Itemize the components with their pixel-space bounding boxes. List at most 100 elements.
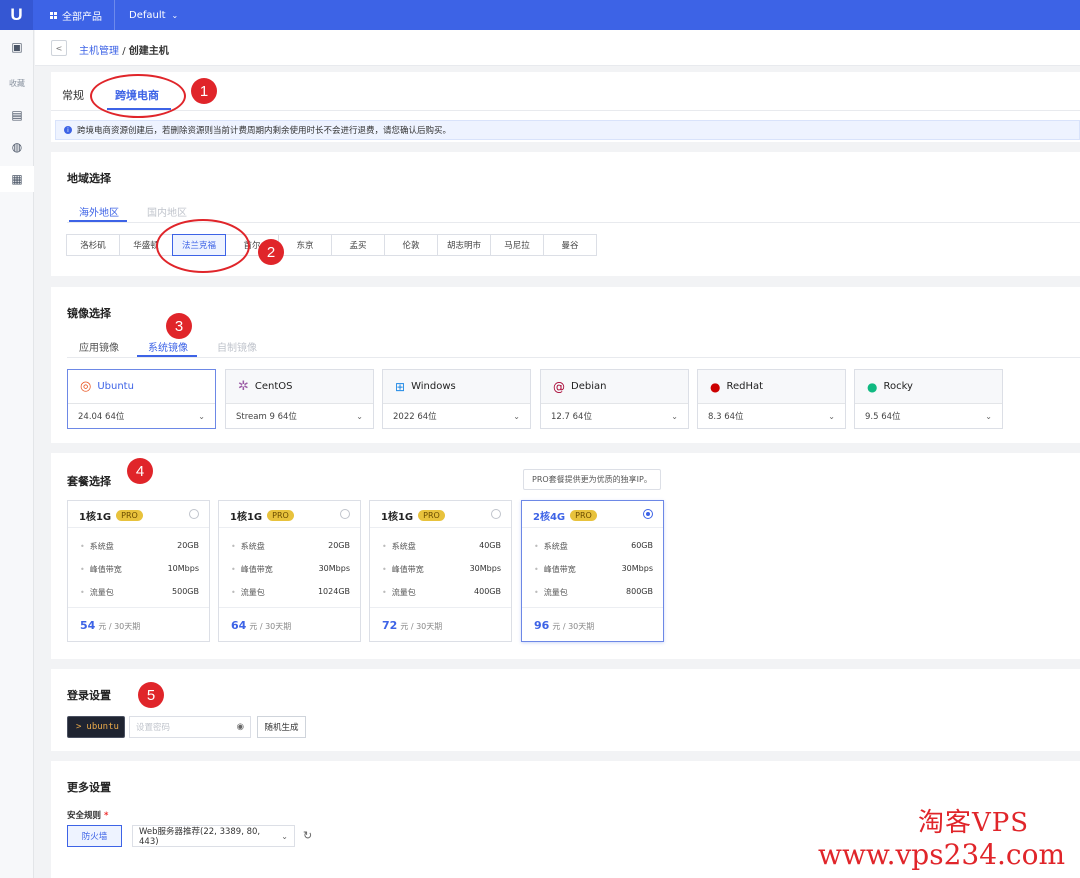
region-option-selected[interactable]: 法兰克福 bbox=[172, 234, 226, 256]
spec-value: 30Mbps bbox=[621, 564, 653, 573]
price-value: 54 bbox=[80, 619, 96, 632]
package-radio[interactable] bbox=[491, 509, 501, 519]
os-name: Windows bbox=[411, 381, 456, 392]
centos-icon: ✲ bbox=[238, 379, 249, 394]
package-name: 1核1G bbox=[230, 512, 263, 523]
tab-custom-image[interactable]: 自制镜像 bbox=[217, 339, 257, 354]
login-title: 登录设置 bbox=[67, 689, 111, 702]
security-rule-select[interactable]: Web服务器推荐(22, 3389, 80, 443) ⌄ bbox=[132, 825, 295, 847]
info-icon: i bbox=[64, 126, 72, 134]
rocky-icon: ● bbox=[867, 379, 878, 394]
os-card-centos[interactable]: ✲ CentOS Stream 9 64位 ⌄ bbox=[225, 369, 374, 429]
tab-system-image[interactable]: 系统镜像 bbox=[148, 339, 188, 354]
brand-logo[interactable]: U bbox=[0, 0, 33, 30]
os-version: 2022 64位 bbox=[393, 412, 437, 422]
spec-value: 30Mbps bbox=[469, 564, 501, 573]
image-section: 镜像选择 应用镜像 系统镜像 自制镜像 ◎ Ubuntu 24.04 64位 ⌄ ✲… bbox=[51, 287, 1080, 443]
package-card[interactable]: 1核1G PRO 系统盘 20GB 峰值带宽 10Mbps 流量包 500GB 54元 … bbox=[67, 500, 210, 642]
pro-tooltip: PRO套餐提供更为优质的独享IP。 bbox=[523, 469, 661, 490]
refresh-icon[interactable]: ↻ bbox=[303, 829, 312, 842]
package-card[interactable]: 1核1G PRO 系统盘 20GB 峰值带宽 30Mbps 流量包 1024GB 64元… bbox=[218, 500, 361, 642]
region-option[interactable]: 胡志明市 bbox=[437, 234, 491, 256]
package-divider bbox=[370, 527, 511, 528]
pro-badge: PRO bbox=[570, 510, 597, 521]
os-card-redhat[interactable]: ● RedHat 8.3 64位 ⌄ bbox=[697, 369, 846, 429]
os-version-select[interactable]: 24.04 64位 ⌄ bbox=[68, 404, 215, 428]
package-card[interactable]: 1核1G PRO 系统盘 40GB 峰值带宽 30Mbps 流量包 400GB 72元 … bbox=[369, 500, 512, 642]
package-radio[interactable] bbox=[189, 509, 199, 519]
database-icon[interactable]: ◍ bbox=[0, 134, 34, 160]
chevron-down-icon: ⌄ bbox=[671, 411, 678, 421]
monitor-icon[interactable]: ▣ bbox=[0, 34, 34, 60]
watermark-brand: 淘客VPS bbox=[918, 808, 1030, 838]
back-button[interactable]: < bbox=[51, 40, 67, 56]
os-card-rocky[interactable]: ● Rocky 9.5 64位 ⌄ bbox=[854, 369, 1003, 429]
package-price: 64 元 / 30天期 bbox=[231, 619, 291, 632]
region-option[interactable]: 孟买 bbox=[331, 234, 385, 256]
tab-app-image[interactable]: 应用镜像 bbox=[79, 339, 119, 354]
host-list-icon[interactable]: ▦ bbox=[0, 166, 34, 192]
annotation-number: 3 bbox=[166, 313, 192, 339]
package-title: 套餐选择 bbox=[67, 475, 111, 488]
package-divider bbox=[68, 527, 209, 528]
package-price: 72 元 / 30天期 bbox=[382, 619, 442, 632]
region-option[interactable]: 曼谷 bbox=[543, 234, 597, 256]
login-user: ubuntu bbox=[86, 722, 119, 732]
os-version: 12.7 64位 bbox=[551, 412, 592, 422]
os-card-ubuntu[interactable]: ◎ Ubuntu 24.04 64位 ⌄ bbox=[67, 369, 216, 429]
all-products-menu[interactable]: 全部产品 bbox=[50, 8, 102, 23]
annotation-number: 1 bbox=[191, 78, 217, 104]
os-name: Debian bbox=[571, 381, 607, 392]
breadcrumb-parent[interactable]: 主机管理 bbox=[79, 46, 119, 57]
login-section: 登录设置 > ubuntu 设置密码 ◉ 随机生成 bbox=[51, 669, 1080, 751]
security-rule-label: 安全规则 * bbox=[67, 811, 109, 821]
spec-label: 峰值带宽 bbox=[382, 564, 424, 575]
os-card-debian[interactable]: @ Debian 12.7 64位 ⌄ bbox=[540, 369, 689, 429]
spec-label: 流量包 bbox=[382, 587, 416, 598]
package-radio-checked[interactable] bbox=[643, 509, 653, 519]
region-option[interactable]: 伦敦 bbox=[384, 234, 438, 256]
chevron-down-icon: ⌄ bbox=[281, 831, 288, 841]
spec-label: 系统盘 bbox=[80, 541, 114, 552]
random-generate-button[interactable]: 随机生成 bbox=[257, 716, 306, 738]
package-divider bbox=[522, 527, 663, 528]
os-version: 8.3 64位 bbox=[708, 412, 744, 422]
os-version-select[interactable]: 2022 64位 ⌄ bbox=[383, 404, 530, 428]
sidebar-fav-label[interactable]: 收藏 bbox=[0, 78, 34, 89]
os-version-select[interactable]: Stream 9 64位 ⌄ bbox=[226, 404, 373, 428]
package-card-selected[interactable]: 2核4G PRO 系统盘 60GB 峰值带宽 30Mbps 流量包 800GB 96元 … bbox=[521, 500, 664, 642]
all-products-label: 全部产品 bbox=[62, 12, 102, 23]
tab-overseas[interactable]: 海外地区 bbox=[79, 204, 119, 219]
password-input[interactable]: 设置密码 ◉ bbox=[129, 716, 251, 738]
os-card-windows[interactable]: ⊞ Windows 2022 64位 ⌄ bbox=[382, 369, 531, 429]
package-section: 套餐选择 PRO套餐提供更为优质的独享IP。 1核1G PRO 系统盘 20GB 峰… bbox=[51, 453, 1080, 659]
tab-general[interactable]: 常规 bbox=[62, 87, 84, 103]
package-radio[interactable] bbox=[340, 509, 350, 519]
package-divider bbox=[370, 607, 511, 608]
spec-value: 60GB bbox=[631, 541, 653, 550]
server-icon[interactable]: ▤ bbox=[0, 102, 34, 128]
project-selector[interactable]: Default ⌄ bbox=[114, 0, 192, 30]
tab-domestic[interactable]: 国内地区 bbox=[147, 204, 187, 219]
os-version-select[interactable]: 9.5 64位 ⌄ bbox=[855, 404, 1002, 428]
eye-icon[interactable]: ◉ bbox=[237, 722, 244, 732]
grid-icon bbox=[50, 12, 57, 19]
annotation-circle bbox=[90, 74, 186, 118]
region-option[interactable]: 洛杉矶 bbox=[66, 234, 120, 256]
breadcrumb-bar: < 主机管理 / 创建主机 bbox=[35, 30, 1080, 66]
region-option[interactable]: 东京 bbox=[278, 234, 332, 256]
os-version-select[interactable]: 12.7 64位 ⌄ bbox=[541, 404, 688, 428]
firewall-button[interactable]: 防火墙 bbox=[67, 825, 122, 847]
region-option[interactable]: 马尼拉 bbox=[490, 234, 544, 256]
price-value: 96 bbox=[534, 619, 550, 632]
project-label: Default bbox=[129, 9, 166, 21]
os-name: CentOS bbox=[254, 381, 293, 392]
login-user-button[interactable]: > ubuntu bbox=[67, 716, 125, 738]
chevron-down-icon: ⌄ bbox=[198, 411, 205, 421]
pro-badge: PRO bbox=[418, 510, 445, 521]
price-value: 64 bbox=[231, 619, 247, 632]
pro-badge: PRO bbox=[116, 510, 143, 521]
package-name: 1核1G bbox=[79, 512, 112, 523]
os-name: Rocky bbox=[883, 381, 913, 392]
os-version-select[interactable]: 8.3 64位 ⌄ bbox=[698, 404, 845, 428]
